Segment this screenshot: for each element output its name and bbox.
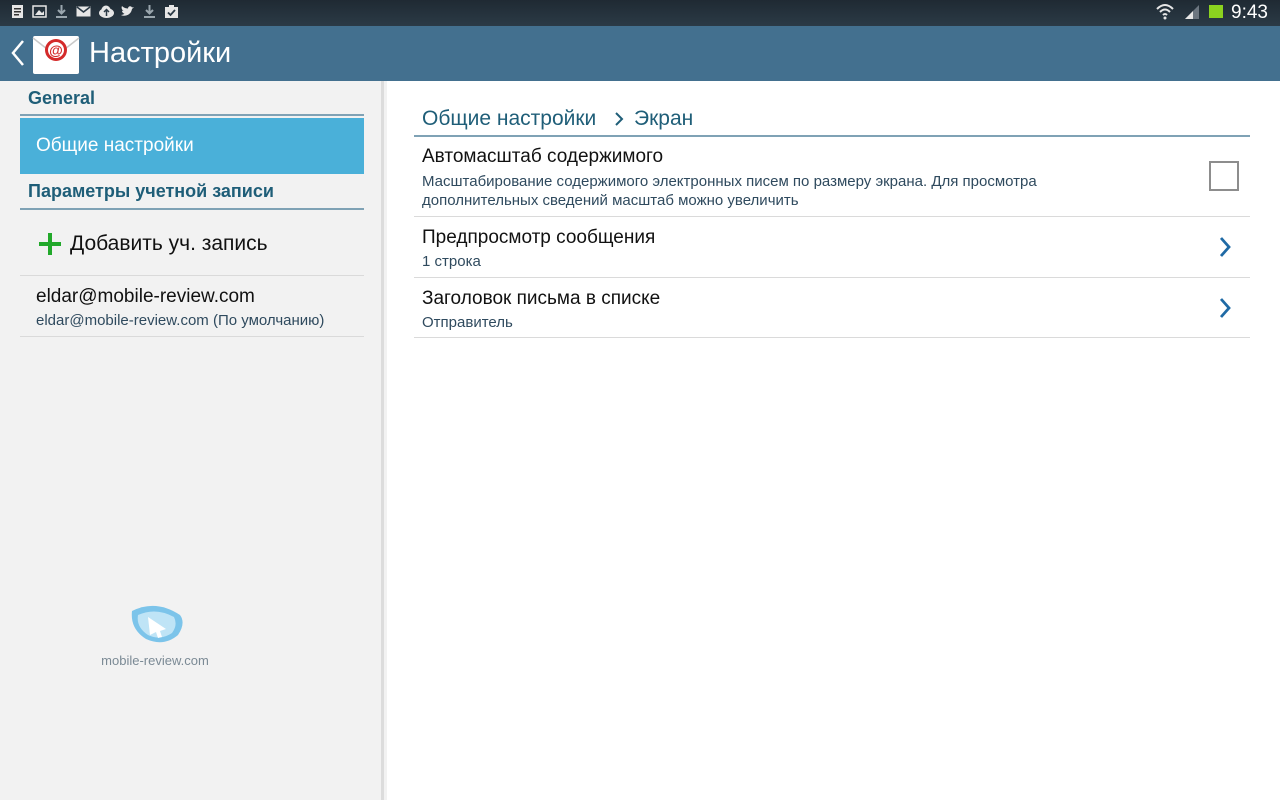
gmail-icon [76,4,91,19]
email-app-icon[interactable]: @ [32,32,80,76]
setting-title: Заголовок письма в списке [422,288,661,309]
sidebar-item-general-settings[interactable]: Общие настройки [20,118,364,174]
signal-icon [1183,2,1201,25]
wifi-icon [1155,2,1175,25]
chevron-right-icon [1218,235,1232,259]
account-item[interactable]: eldar@mobile-review.com eldar@mobile-rev… [20,277,364,337]
setting-summary: Масштабирование содержимого электронных … [422,173,1037,209]
action-bar: @ Настройки [0,26,1280,81]
watermark-text: mobile-review.com [101,653,209,668]
notification-icons [10,4,179,19]
setting-message-header-in-list[interactable]: Заголовок письма в списке Отправитель [414,278,1250,338]
setting-message-preview[interactable]: Предпросмотр сообщения 1 строка [414,217,1250,278]
page-title: Настройки [89,37,232,69]
download-icon [142,4,157,19]
sidebar-item-label: Общие настройки [36,135,194,156]
watermark-logo-icon [128,601,188,651]
add-account-label: Добавить уч. запись [70,232,268,255]
download-icon [54,4,69,19]
section-header-account: Параметры учетной записи [20,181,364,210]
battery-icon [1209,3,1224,24]
system-icons: 9:43 [1155,0,1268,26]
setting-title: Предпросмотр сообщения [422,227,656,248]
status-bar: 9:43 [0,0,1280,26]
chevron-right-icon [1218,296,1232,320]
setting-summary: 1 строка [422,253,481,270]
plus-icon [38,232,62,256]
clock: 9:43 [1231,2,1268,23]
clipboard-check-icon [164,4,179,19]
section-header-general: General [20,88,364,116]
breadcrumb-current: Экран [634,107,694,130]
watermark: mobile-review.com [100,601,210,676]
document-icon [10,4,25,19]
breadcrumb-parent[interactable]: Общие настройки [422,107,596,131]
twitter-icon [120,4,135,19]
setting-title: Автомасштаб содержимого [422,146,664,167]
cloud-upload-icon [98,4,114,19]
account-email: eldar@mobile-review.com [36,286,255,307]
auto-fit-checkbox[interactable] [1209,161,1239,191]
setting-summary: Отправитель [422,314,513,331]
setting-auto-fit-content[interactable]: Автомасштаб содержимого Масштабирование … [414,139,1250,217]
add-account-button[interactable]: Добавить уч. запись [20,219,364,276]
chevron-right-icon [612,111,626,127]
settings-detail: Общие настройки Экран Автомасштаб содерж… [387,81,1280,800]
back-arrow-icon[interactable] [8,38,28,68]
settings-sidebar: General Общие настройки Параметры учетно… [0,81,384,800]
account-subtitle: eldar@mobile-review.com (По умолчанию) [36,312,325,329]
breadcrumb: Общие настройки Экран [414,107,1250,137]
image-icon [32,4,47,19]
svg-text:@: @ [49,42,63,58]
